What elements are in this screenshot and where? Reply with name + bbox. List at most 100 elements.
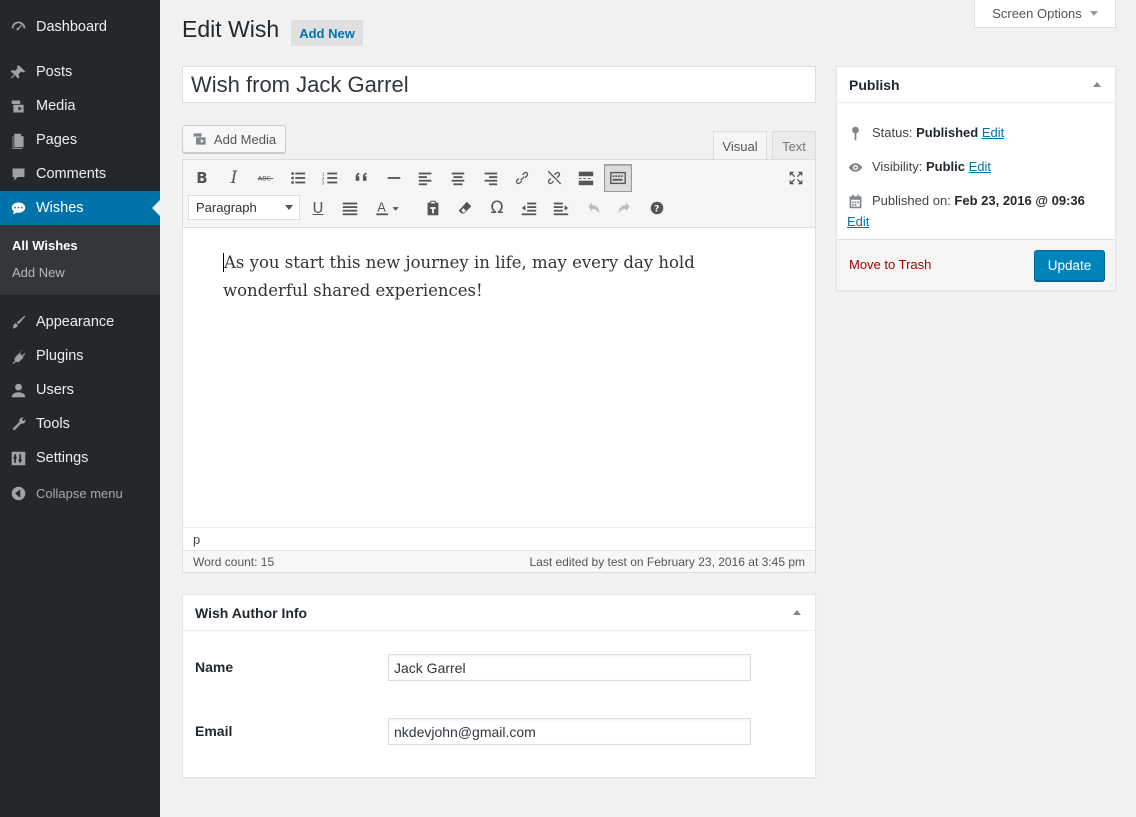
calendar-icon bbox=[849, 194, 862, 209]
menu-appearance[interactable]: Appearance bbox=[0, 305, 160, 339]
align-left-icon[interactable] bbox=[412, 164, 440, 192]
screen-options-button[interactable]: Screen Options bbox=[974, 0, 1116, 28]
edit-visibility-link[interactable]: Edit bbox=[969, 159, 991, 174]
menu-plugins[interactable]: Plugins bbox=[0, 339, 160, 373]
underline-icon[interactable]: U bbox=[304, 194, 332, 222]
strikethrough-icon[interactable]: ABC bbox=[252, 164, 280, 192]
menu-tools[interactable]: Tools bbox=[0, 407, 160, 441]
date-text: Published on: Feb 23, 2016 @ 09:36 bbox=[872, 191, 1085, 211]
numbered-list-icon[interactable]: 123 bbox=[316, 164, 344, 192]
link-icon[interactable] bbox=[508, 164, 536, 192]
name-label: Name bbox=[195, 659, 234, 675]
format-select-value: Paragraph bbox=[196, 200, 257, 215]
visibility-text: Visibility: Public Edit bbox=[872, 159, 991, 174]
pages-icon bbox=[0, 132, 36, 149]
edit-status-link[interactable]: Edit bbox=[982, 125, 1004, 140]
menu-label: Plugins bbox=[36, 348, 84, 364]
plugin-icon bbox=[0, 348, 36, 365]
menu-dashboard[interactable]: Dashboard bbox=[0, 10, 160, 44]
paste-text-icon[interactable] bbox=[419, 194, 447, 222]
menu-posts[interactable]: Posts bbox=[0, 55, 160, 89]
menu-media[interactable]: Media bbox=[0, 89, 160, 123]
fullscreen-icon[interactable] bbox=[782, 164, 810, 192]
move-to-trash-link[interactable]: Move to Trash bbox=[849, 257, 931, 272]
metabox-header[interactable]: Publish bbox=[837, 67, 1115, 103]
publish-actions: Move to Trash Update bbox=[837, 239, 1115, 290]
collapse-label: Collapse menu bbox=[36, 485, 123, 501]
published-label: Published on: bbox=[872, 193, 951, 208]
menu-label: Appearance bbox=[36, 314, 115, 330]
collapse-icon bbox=[0, 485, 36, 502]
clear-formatting-icon[interactable] bbox=[451, 194, 479, 222]
menu-label: Wishes bbox=[36, 200, 84, 216]
visibility-value: Public bbox=[925, 159, 965, 174]
email-field[interactable]: nkdevjohn@gmail.com bbox=[388, 718, 751, 745]
menu-label: Users bbox=[36, 382, 74, 398]
read-more-icon[interactable] bbox=[572, 164, 600, 192]
collapse-menu[interactable]: Collapse menu bbox=[0, 476, 160, 510]
comment-icon bbox=[0, 166, 36, 183]
svg-text:ABC: ABC bbox=[258, 176, 272, 183]
add-new-button[interactable]: Add New bbox=[291, 20, 363, 46]
menu-users[interactable]: Users bbox=[0, 373, 160, 407]
format-select[interactable]: Paragraph bbox=[188, 195, 300, 220]
page-title: Edit Wish bbox=[182, 16, 280, 42]
unlink-icon[interactable] bbox=[540, 164, 568, 192]
metabox-header[interactable]: Wish Author Info bbox=[183, 595, 815, 631]
align-right-icon[interactable] bbox=[476, 164, 504, 192]
add-media-label: Add Media bbox=[213, 131, 277, 147]
bold-icon[interactable]: B bbox=[188, 164, 216, 192]
bullet-list-icon[interactable] bbox=[284, 164, 312, 192]
italic-icon[interactable]: I bbox=[220, 164, 248, 192]
pin-icon bbox=[0, 64, 36, 81]
menu-label: Comments bbox=[36, 166, 107, 182]
tab-visual[interactable]: Visual bbox=[713, 131, 767, 160]
last-edited: Last edited by test on February 23, 2016… bbox=[529, 554, 805, 569]
submenu-add-new[interactable]: Add New bbox=[0, 259, 160, 286]
add-media-button[interactable]: Add Media bbox=[182, 125, 286, 153]
word-count: Word count: 15 bbox=[193, 554, 275, 569]
svg-text:A: A bbox=[377, 200, 386, 215]
blockquote-icon[interactable] bbox=[348, 164, 376, 192]
text-color-icon[interactable]: A bbox=[368, 194, 408, 222]
element-path: p bbox=[183, 527, 815, 550]
editor-content-area[interactable]: As you start this new journey in life, m… bbox=[183, 229, 815, 527]
menu-pages[interactable]: Pages bbox=[0, 123, 160, 157]
chevron-down-icon bbox=[285, 205, 293, 210]
special-character-icon[interactable]: Ω bbox=[483, 194, 511, 222]
pin-icon bbox=[852, 126, 859, 141]
tab-text[interactable]: Text bbox=[772, 131, 816, 160]
align-center-icon[interactable] bbox=[444, 164, 472, 192]
media-icon bbox=[0, 98, 36, 115]
indent-icon[interactable] bbox=[547, 194, 575, 222]
menu-label: Media bbox=[36, 98, 76, 114]
menu-settings[interactable]: Settings bbox=[0, 441, 160, 475]
post-title-input[interactable]: Wish from Jack Garrel bbox=[182, 66, 816, 103]
horizontal-line-icon[interactable] bbox=[380, 164, 408, 192]
post-status: Status: Published Edit bbox=[847, 125, 1004, 142]
redo-icon[interactable] bbox=[611, 194, 639, 222]
menu-wishes[interactable]: Wishes bbox=[0, 191, 160, 225]
outdent-icon[interactable] bbox=[515, 194, 543, 222]
chevron-up-icon[interactable] bbox=[1093, 82, 1101, 87]
name-field[interactable]: Jack Garrel bbox=[388, 654, 751, 681]
submenu-all-wishes[interactable]: All Wishes bbox=[0, 232, 160, 259]
path-element[interactable]: p bbox=[193, 532, 200, 547]
email-label: Email bbox=[195, 723, 233, 739]
wysiwyg-editor: B I ABC 123 Paragraph U A Ω ? As you sta… bbox=[182, 159, 816, 573]
toolbar-toggle-icon[interactable] bbox=[604, 164, 632, 192]
post-date: Published on: Feb 23, 2016 @ 09:36 bbox=[847, 193, 1109, 211]
settings-icon bbox=[0, 450, 36, 467]
edit-date-link[interactable]: Edit bbox=[847, 214, 869, 229]
update-button[interactable]: Update bbox=[1034, 250, 1105, 281]
menu-label: Settings bbox=[36, 450, 89, 466]
menu-comments[interactable]: Comments bbox=[0, 157, 160, 191]
justify-icon[interactable] bbox=[336, 194, 364, 222]
published-value: Feb 23, 2016 @ 09:36 bbox=[954, 193, 1085, 208]
chevron-up-icon[interactable] bbox=[793, 610, 801, 615]
help-icon[interactable]: ? bbox=[643, 194, 671, 222]
dashboard-icon bbox=[0, 19, 36, 36]
undo-icon[interactable] bbox=[579, 194, 607, 222]
menu-label: Tools bbox=[36, 416, 70, 432]
admin-sidebar: Dashboard Posts Media Pages Comments Wis… bbox=[0, 0, 160, 817]
